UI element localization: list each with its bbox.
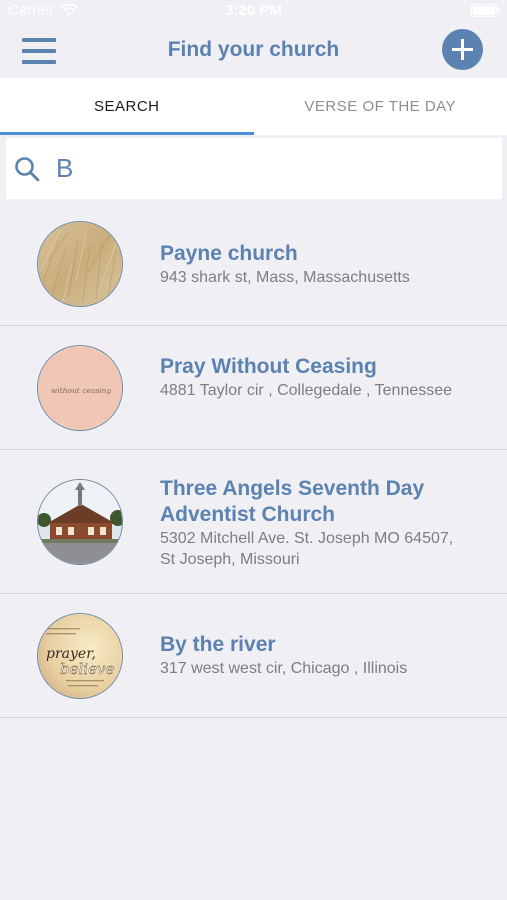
search-icon [15, 157, 40, 182]
church-address: 5302 Mitchell Ave. St. Joseph MO 64507, … [160, 530, 454, 568]
church-name: By the river [160, 633, 276, 656]
church-name: Three Angels Seventh Day Adventist Churc… [160, 477, 425, 526]
church-name: Payne church [160, 242, 298, 265]
list-item[interactable]: prayer, believe By the river 317 west we… [0, 594, 507, 718]
church-name: Pray Without Ceasing [160, 355, 377, 378]
page-title: Find your church [167, 38, 340, 61]
prayer-believe-avatar: prayer, believe [37, 613, 123, 699]
avatar-text-line2: believe [60, 660, 114, 678]
church-building-avatar [37, 479, 123, 565]
status-bar: Carrier 3:20 PM [0, 0, 507, 24]
add-church-button[interactable] [442, 29, 483, 70]
tab-search[interactable]: SEARCH [0, 78, 254, 135]
nav-bar: Find your church [0, 24, 507, 76]
tab-bar: SEARCH VERSE OF THE DAY [0, 78, 507, 135]
list-item[interactable]: Payne church 943 shark st, Mass, Massach… [0, 202, 507, 326]
list-item[interactable]: Three Angels Seventh Day Adventist Churc… [0, 450, 507, 594]
search-input[interactable] [56, 148, 486, 188]
church-address: 4881 Taylor cir , Collegedale , Tennesse… [160, 382, 453, 399]
church-list: Payne church 943 shark st, Mass, Massach… [0, 202, 507, 718]
church-address: 943 shark st, Mass, Massachusetts [160, 269, 410, 286]
without-ceasing-avatar: without ceasing [37, 345, 123, 431]
search-bar [6, 138, 502, 199]
church-address: 317 west west cir, Chicago , Illinois [160, 660, 408, 677]
tab-verse-of-the-day[interactable]: VERSE OF THE DAY [254, 78, 507, 135]
battery-icon [471, 4, 500, 17]
status-time: 3:20 PM [225, 2, 282, 19]
wheat-field-avatar [37, 221, 123, 307]
list-item[interactable]: without ceasing Pray Without Ceasing 488… [0, 326, 507, 450]
avatar-text: without ceasing [51, 386, 112, 395]
